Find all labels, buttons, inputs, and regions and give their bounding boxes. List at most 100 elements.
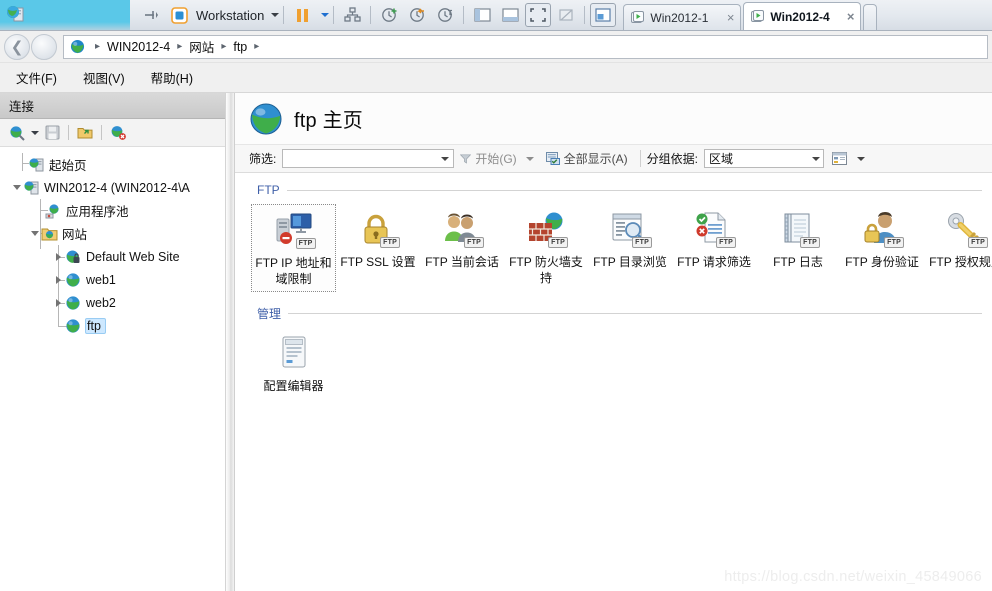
breadcrumb[interactable]: ▸ WIN2012-4 ▸ 网站 ▸ ftp ▸ bbox=[63, 34, 988, 59]
vm-running-icon bbox=[631, 11, 645, 24]
tree-item-label: ftp bbox=[85, 317, 106, 334]
pause-icon[interactable] bbox=[289, 3, 315, 27]
pane-splitter[interactable] bbox=[226, 93, 235, 591]
group-divider bbox=[286, 189, 982, 191]
menu-item-file[interactable]: 文件(F) bbox=[16, 68, 57, 87]
connections-pane: 连接 起始页 WIN2012-4 (WIN2012-4\A 应用程序池 网站 D… bbox=[0, 93, 226, 591]
filter-go-button[interactable]: 开始(G) bbox=[454, 150, 539, 167]
snapshot-take-icon[interactable] bbox=[376, 3, 402, 27]
feature-ftp-ip-domain-restrictions[interactable]: FTP FTP IP 地址和域限制 bbox=[251, 204, 336, 292]
web-site-icon bbox=[65, 295, 82, 311]
expander-right-icon[interactable] bbox=[52, 291, 65, 314]
tree-item-web1[interactable]: web1 bbox=[0, 268, 225, 291]
feature-ftp-current-sessions[interactable]: FTP FTP 当前会话 bbox=[420, 204, 504, 274]
back-arrow-icon[interactable]: ❮ bbox=[4, 33, 30, 60]
close-icon[interactable]: × bbox=[841, 9, 855, 24]
globe-icon bbox=[250, 103, 282, 134]
close-icon[interactable]: × bbox=[721, 10, 735, 25]
connections-header: 连接 bbox=[0, 93, 225, 119]
chevron-down-icon[interactable] bbox=[271, 13, 280, 17]
toolbar-divider bbox=[68, 125, 69, 140]
feature-label: FTP SSL 设置 bbox=[340, 255, 416, 269]
toolbar-divider bbox=[101, 125, 102, 140]
ftp-authentication-icon: FTP bbox=[861, 210, 904, 250]
expander-down-icon[interactable] bbox=[10, 176, 23, 199]
breadcrumb-item-sites[interactable]: 网站 bbox=[189, 37, 214, 56]
view-mode-button[interactable] bbox=[824, 151, 871, 166]
feature-ftp-firewall-support[interactable]: FTP FTP 防火墙支持 bbox=[504, 204, 588, 290]
ftp-badge: FTP bbox=[295, 238, 316, 249]
pin-icon[interactable] bbox=[138, 3, 164, 27]
show-thumbnails-icon[interactable] bbox=[497, 3, 523, 27]
tree-item-ftp[interactable]: ftp bbox=[0, 314, 225, 337]
watermark: https://blog.csdn.net/weixin_45849066 bbox=[724, 569, 982, 585]
snapshot-manager-icon[interactable] bbox=[432, 3, 458, 27]
save-connection-icon[interactable] bbox=[41, 122, 63, 144]
menu-item-view[interactable]: 视图(V) bbox=[83, 68, 125, 87]
web-site-lock-icon bbox=[65, 249, 82, 265]
show-all-button[interactable]: 全部显示(A) bbox=[540, 150, 634, 167]
tree-item-label: WIN2012-4 (WIN2012-4\A bbox=[44, 180, 190, 195]
feature-ftp-authentication[interactable]: FTP FTP 身份验证 bbox=[840, 204, 924, 274]
tree-item-start-page[interactable]: 起始页 bbox=[0, 153, 225, 176]
content-pane: ftp 主页 筛选: 开始(G) 全部显示(A) 分组依据: 区域 FTP FT… bbox=[235, 93, 992, 591]
pause-options-chevron-icon[interactable] bbox=[321, 13, 330, 17]
tree-item-default-web-site[interactable]: Default Web Site bbox=[0, 245, 225, 268]
vm-tab-strip: Win2012-1 × Win2012-4 × bbox=[623, 0, 879, 30]
group-header-ftp: FTP bbox=[235, 181, 992, 199]
forward-arrow-icon[interactable] bbox=[31, 33, 57, 60]
web-site-icon bbox=[65, 272, 82, 288]
group-divider bbox=[288, 312, 982, 314]
open-connection-icon[interactable] bbox=[74, 122, 96, 144]
expander-right-icon[interactable] bbox=[52, 268, 65, 291]
tree-item-app-pools[interactable]: 应用程序池 bbox=[0, 199, 225, 222]
ftp-ssl-settings-icon: FTP bbox=[357, 210, 400, 250]
iis-manager-window: ❮ ▸ WIN2012-4 ▸ 网站 ▸ ftp ▸ 文件(F) 视图(V) 帮… bbox=[0, 31, 992, 591]
connect-to-server-icon[interactable] bbox=[6, 122, 28, 144]
feature-label: FTP 当前会话 bbox=[425, 255, 499, 269]
vm-tab-overflow[interactable] bbox=[863, 3, 878, 30]
feature-ftp-ssl-settings[interactable]: FTP FTP SSL 设置 bbox=[336, 204, 420, 274]
snapshot-revert-icon[interactable] bbox=[404, 3, 430, 27]
feature-ftp-directory-browsing[interactable]: FTP FTP 目录浏览 bbox=[588, 204, 672, 274]
feature-ftp-logging[interactable]: FTP FTP 日志 bbox=[756, 204, 840, 274]
feature-label: FTP 目录浏览 bbox=[593, 255, 667, 269]
group-title: 管理 bbox=[257, 306, 282, 321]
group-title: FTP bbox=[257, 183, 280, 197]
feature-ftp-request-filtering[interactable]: FTP FTP 请求筛选 bbox=[672, 204, 756, 274]
tree-item-web2[interactable]: web2 bbox=[0, 291, 225, 314]
show-library-icon[interactable] bbox=[469, 3, 495, 27]
ftp-request-filtering-icon: FTP bbox=[693, 210, 736, 250]
feature-label: FTP 授权规则 bbox=[929, 255, 992, 269]
vm-library-icon[interactable] bbox=[166, 3, 192, 27]
feature-ftp-authorization-rules[interactable]: FTP FTP 授权规则 bbox=[924, 204, 992, 274]
delete-connection-icon[interactable] bbox=[107, 122, 129, 144]
ftp-directory-browsing-icon: FTP bbox=[609, 210, 652, 250]
send-ctrl-alt-del-icon[interactable] bbox=[339, 3, 365, 27]
group-by-select[interactable]: 区域 bbox=[704, 149, 825, 168]
breadcrumb-item-server[interactable]: WIN2012-4 bbox=[107, 40, 170, 54]
breadcrumb-item-ftp[interactable]: ftp bbox=[233, 40, 247, 54]
unity-mode-icon[interactable] bbox=[553, 3, 579, 27]
vm-tab-win2012-4[interactable]: Win2012-4 × bbox=[743, 1, 862, 30]
filter-input[interactable] bbox=[282, 149, 455, 168]
ftp-badge: FTP bbox=[632, 237, 652, 248]
expander-right-icon[interactable] bbox=[52, 245, 65, 268]
feature-label: FTP 日志 bbox=[773, 255, 823, 269]
full-screen-icon[interactable] bbox=[525, 3, 552, 27]
chevron-down-icon[interactable] bbox=[31, 130, 39, 135]
expander-down-icon[interactable] bbox=[28, 222, 41, 245]
tree-item-label: 起始页 bbox=[49, 159, 87, 173]
vmware-product-label: Workstation bbox=[196, 7, 265, 23]
console-view-icon[interactable] bbox=[590, 3, 617, 27]
ftp-badge: FTP bbox=[548, 237, 568, 248]
filter-go-label: 开始(G) bbox=[475, 152, 517, 166]
ftp-authorization-rules-icon: FTP bbox=[945, 210, 988, 250]
vm-tab-win2012-1[interactable]: Win2012-1 × bbox=[623, 3, 742, 30]
tree-item-sites[interactable]: 网站 bbox=[0, 222, 225, 245]
menu-item-help[interactable]: 帮助(H) bbox=[151, 68, 193, 87]
configuration-editor-icon bbox=[273, 334, 315, 374]
tree-item-server[interactable]: WIN2012-4 (WIN2012-4\A bbox=[0, 176, 225, 199]
feature-configuration-editor[interactable]: 配置编辑器 bbox=[251, 328, 336, 398]
globe-icon bbox=[70, 39, 85, 54]
